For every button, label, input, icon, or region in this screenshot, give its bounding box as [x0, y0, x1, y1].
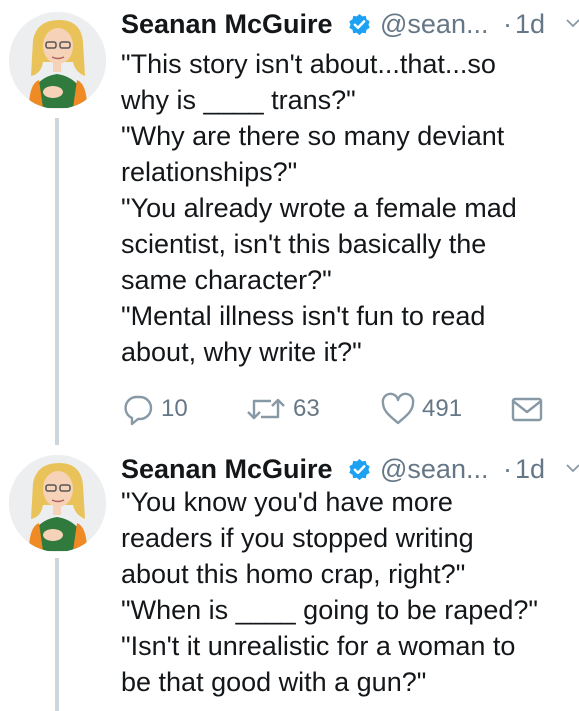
tweet-line: about this homo crap, right?" — [121, 559, 466, 589]
reply-button[interactable]: 10 — [121, 392, 188, 426]
retweet-icon — [247, 398, 285, 420]
tweet-text: "You know you'd have more readers if you… — [121, 484, 571, 700]
tweet-line: "When is ____ going to be raped?" — [121, 595, 538, 625]
tweet-line: "Why are there so many deviant — [121, 121, 505, 151]
avatar-illustration — [9, 455, 106, 552]
tweet-line: same character?" — [121, 265, 332, 295]
envelope-icon — [511, 397, 543, 422]
chevron-down-icon[interactable] — [566, 18, 579, 28]
like-button[interactable]: 491 — [380, 392, 462, 426]
timestamp[interactable]: 1d — [515, 9, 545, 40]
tweet-line: about, why write it?" — [121, 337, 362, 367]
like-count: 491 — [422, 395, 463, 422]
thread-line — [55, 118, 59, 445]
timestamp[interactable]: 1d — [515, 454, 545, 485]
separator: · — [503, 454, 512, 484]
tweet-actions: 10 63 491 — [121, 392, 551, 426]
reply-icon — [124, 395, 153, 426]
separator: · — [503, 9, 512, 39]
verified-badge-icon — [349, 459, 370, 481]
avatar[interactable] — [9, 12, 106, 109]
author-handle[interactable]: @sean... — [380, 9, 488, 40]
retweet-count: 63 — [293, 395, 320, 422]
chevron-down-icon[interactable] — [566, 463, 579, 473]
avatar-illustration — [9, 12, 106, 109]
thread-line — [55, 558, 59, 711]
avatar[interactable] — [9, 455, 106, 552]
retweet-button[interactable]: 63 — [245, 392, 320, 426]
reply-count: 10 — [161, 395, 188, 422]
heart-icon — [381, 392, 415, 425]
tweet-text: "This story isn't about...that...so why … — [121, 46, 571, 370]
tweet-line: readers if you stopped writing — [121, 523, 474, 553]
tweet-line: "Isn't it unrealistic for a woman to — [121, 631, 516, 661]
tweet-line: scientist, isn't this basically the — [121, 229, 487, 259]
tweet-line: "You already wrote a female mad — [121, 193, 517, 223]
tweet[interactable]: Seanan McGuire @sean... · 1d "This story… — [0, 0, 579, 445]
tweet-line: "Mental illness isn't fun to read — [121, 301, 486, 331]
tweet-line: relationships?" — [121, 157, 298, 187]
verified-badge-icon — [349, 14, 370, 36]
author-handle[interactable]: @sean... — [380, 454, 488, 485]
tweet-line: "This story isn't about...that...so — [121, 49, 496, 79]
tweet-header: Seanan McGuire @sean... · 1d — [121, 9, 579, 45]
direct-message-button[interactable] — [510, 392, 544, 426]
author-name[interactable]: Seanan McGuire — [121, 9, 333, 40]
tweet-line: why is ____ trans?" — [121, 85, 356, 115]
author-name[interactable]: Seanan McGuire — [121, 454, 333, 485]
tweet[interactable]: Seanan McGuire @sean... · 1d "You know y… — [0, 445, 579, 711]
tweet-line: be that good with a gun?" — [121, 667, 427, 697]
tweet-line: "You know you'd have more — [121, 487, 453, 517]
